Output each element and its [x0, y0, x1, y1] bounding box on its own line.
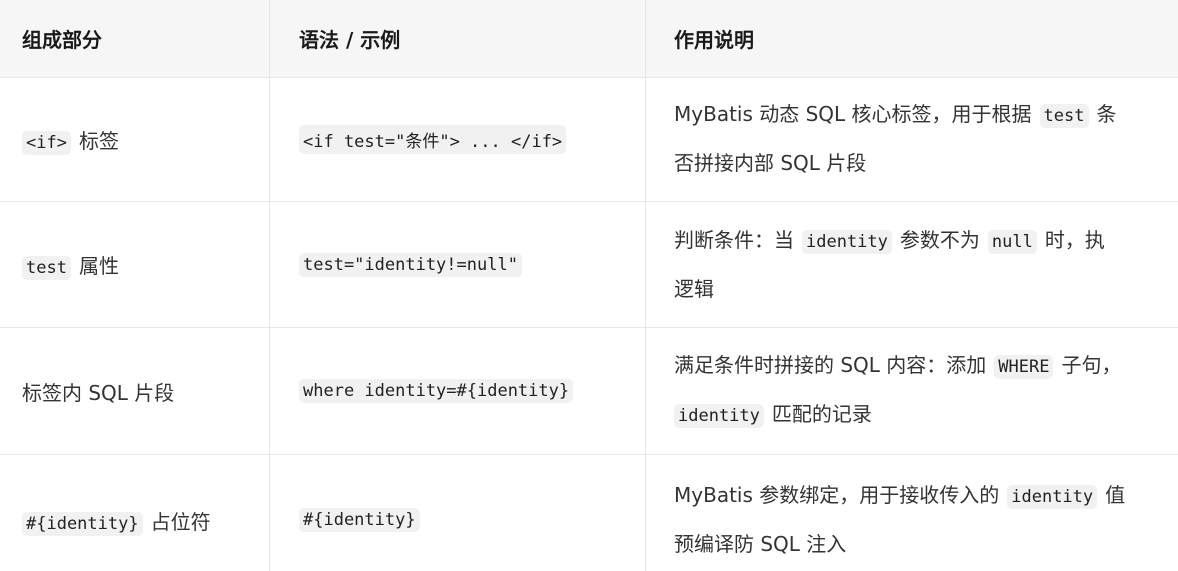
description-line-1: MyBatis 参数绑定，用于接收传入的 identity 值 [674, 483, 1126, 509]
description-text: MyBatis 动态 SQL 核心标签，用于根据 test 条 否拼接内部 SQL … [674, 91, 1178, 187]
description-line-2: identity 匹配的记录 [674, 391, 1178, 440]
syntax-cell: #{identity} [270, 455, 646, 571]
description-text: MyBatis 参数绑定，用于接收传入的 identity 值 预编译防 SQL 注… [674, 472, 1178, 568]
header-cell-description: 作用说明 [646, 0, 1178, 77]
part-content: <if> 标签 [22, 125, 119, 155]
table-header-row: 组成部分 语法 / 示例 作用说明 [0, 0, 1178, 78]
part-cell: test 属性 [0, 202, 270, 327]
header-label-part: 组成部分 [22, 28, 102, 52]
description-line-1: MyBatis 动态 SQL 核心标签，用于根据 test 条 [674, 102, 1117, 128]
description-text: 判断条件：当 identity 参数不为 null 时，执 逻辑 [674, 217, 1178, 313]
part-cell: <if> 标签 [0, 77, 270, 201]
inline-code: WHERE [994, 355, 1054, 379]
description-line-1: 判断条件：当 identity 参数不为 null 时，执 [674, 227, 1105, 254]
mybatis-if-table: 组成部分 语法 / 示例 作用说明 <if> 标签 <if test="条件"> … [0, 0, 1178, 571]
inline-code: identity [802, 229, 892, 254]
table-row: 标签内 SQL 片段 where identity=#{identity} 满足… [0, 328, 1178, 455]
description-line-2: 预编译防 SQL 注入 [674, 532, 847, 556]
table-row: <if> 标签 <if test="条件"> ... </if> MyBatis … [0, 77, 1178, 202]
description-cell: MyBatis 动态 SQL 核心标签，用于根据 test 条 否拼接内部 SQL … [646, 77, 1178, 201]
description-text: 满足条件时拼接的 SQL 内容：添加 WHERE 子句， identity 匹配的记录 [674, 342, 1178, 440]
description-line-2: 逻辑 [674, 276, 714, 301]
part-cell: #{identity} 占位符 [0, 455, 270, 571]
syntax-cell: test="identity!=null" [270, 202, 646, 327]
part-text: 占位符 [150, 509, 211, 534]
header-cell-part: 组成部分 [0, 0, 270, 77]
syntax-cell: <if test="条件"> ... </if> [270, 77, 646, 201]
syntax-code: where identity=#{identity} [299, 379, 574, 403]
syntax-code: #{identity} [299, 508, 420, 532]
table-row: test 属性 test="identity!=null" 判断条件：当 ident… [0, 202, 1178, 328]
header-label-description: 作用说明 [674, 28, 754, 52]
header-label-syntax: 语法 / 示例 [299, 28, 401, 52]
part-code: test [22, 256, 71, 280]
table-row: #{identity} 占位符 #{identity} MyBatis 参数绑定，… [0, 455, 1178, 571]
part-text: 属性 [78, 254, 119, 278]
description-cell: 满足条件时拼接的 SQL 内容：添加 WHERE 子句， identity 匹配的记录 [646, 328, 1178, 454]
description-cell: MyBatis 参数绑定，用于接收传入的 identity 值 预编译防 SQL 注… [646, 455, 1178, 571]
part-cell: 标签内 SQL 片段 [0, 328, 270, 454]
inline-code: identity [1007, 485, 1098, 509]
syntax-code: <if test="条件"> ... </if> [299, 124, 567, 154]
part-code: <if> [22, 130, 71, 155]
description-line-1: 满足条件时拼接的 SQL 内容：添加 WHERE 子句， [674, 353, 1122, 379]
inline-code: identity [674, 404, 764, 428]
syntax-cell: where identity=#{identity} [270, 328, 646, 454]
part-content: test 属性 [22, 250, 119, 280]
syntax-code: test="identity!=null" [299, 252, 522, 277]
part-text: 标签内 SQL 片段 [22, 380, 175, 405]
description-cell: 判断条件：当 identity 参数不为 null 时，执 逻辑 [646, 202, 1178, 327]
part-text: 标签 [78, 128, 119, 153]
part-content: #{identity} 占位符 [22, 506, 211, 536]
description-line-2: 否拼接内部 SQL 片段 [674, 151, 867, 175]
inline-code: null [987, 229, 1037, 254]
inline-code: test [1039, 104, 1089, 128]
part-code: #{identity} [22, 511, 143, 536]
header-cell-syntax: 语法 / 示例 [270, 0, 646, 77]
